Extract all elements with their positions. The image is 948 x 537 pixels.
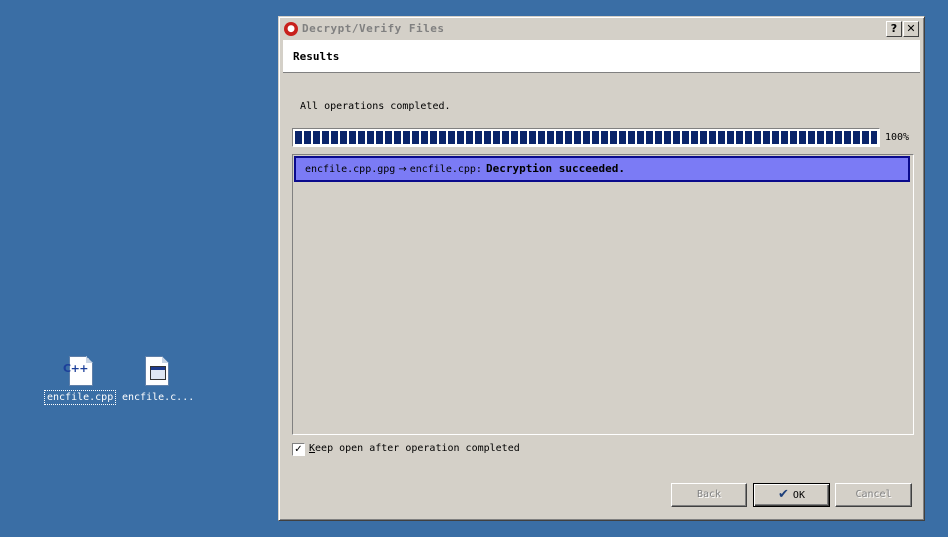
cpp-file-icon: C++ bbox=[63, 356, 94, 386]
progress-percent: 100% bbox=[885, 132, 910, 143]
decrypt-verify-dialog: ● Decrypt/Verify Files ? ✕ Results All o… bbox=[278, 16, 925, 521]
results-list[interactable]: encfile.cpp.gpg → encfile.cpp: Decryption s… bbox=[292, 154, 914, 435]
desktop-icon-encfile-exe[interactable]: encfile.c... bbox=[120, 356, 194, 404]
cancel-button-label: Cancel bbox=[855, 489, 892, 500]
keep-open-label[interactable]: Keep open after operation completed bbox=[309, 443, 520, 454]
page-title: Results bbox=[293, 50, 340, 63]
back-button-label: Back bbox=[696, 489, 722, 500]
close-button[interactable]: ✕ bbox=[903, 21, 919, 37]
result-output-file: encfile.cpp: bbox=[409, 164, 482, 175]
result-input-file: encfile.cpp.gpg bbox=[305, 164, 396, 175]
keep-open-checkbox[interactable]: ✓ bbox=[292, 443, 305, 456]
desktop-icon-label: encfile.c... bbox=[122, 392, 195, 403]
help-button[interactable]: ? bbox=[886, 21, 902, 37]
status-text: All operations completed. bbox=[300, 101, 451, 112]
result-status: Decryption succeeded. bbox=[485, 162, 626, 175]
result-row[interactable]: encfile.cpp.gpg → encfile.cpp: Decryption s… bbox=[294, 156, 910, 182]
desktop-icon-encfile-cpp[interactable]: C++ encfile.cpp bbox=[44, 356, 117, 405]
window-title: Decrypt/Verify Files bbox=[302, 22, 445, 35]
kleopatra-app-icon: ● bbox=[284, 22, 298, 36]
arrow-right-icon: → bbox=[398, 164, 407, 175]
back-button[interactable]: Back bbox=[671, 483, 747, 507]
wizard-header: Results bbox=[283, 40, 920, 73]
desktop-icon-label: encfile.cpp bbox=[44, 390, 117, 405]
executable-file-icon bbox=[142, 356, 170, 386]
ok-button-label: OK bbox=[792, 490, 805, 501]
ok-button[interactable]: ✔ OK bbox=[753, 483, 830, 507]
title-bar[interactable]: ● Decrypt/Verify Files ? ✕ bbox=[282, 20, 921, 38]
progress-bar bbox=[292, 128, 880, 147]
cancel-button[interactable]: Cancel bbox=[835, 483, 912, 507]
progress-fill bbox=[295, 131, 877, 144]
checkmark-icon: ✔ bbox=[778, 487, 789, 502]
